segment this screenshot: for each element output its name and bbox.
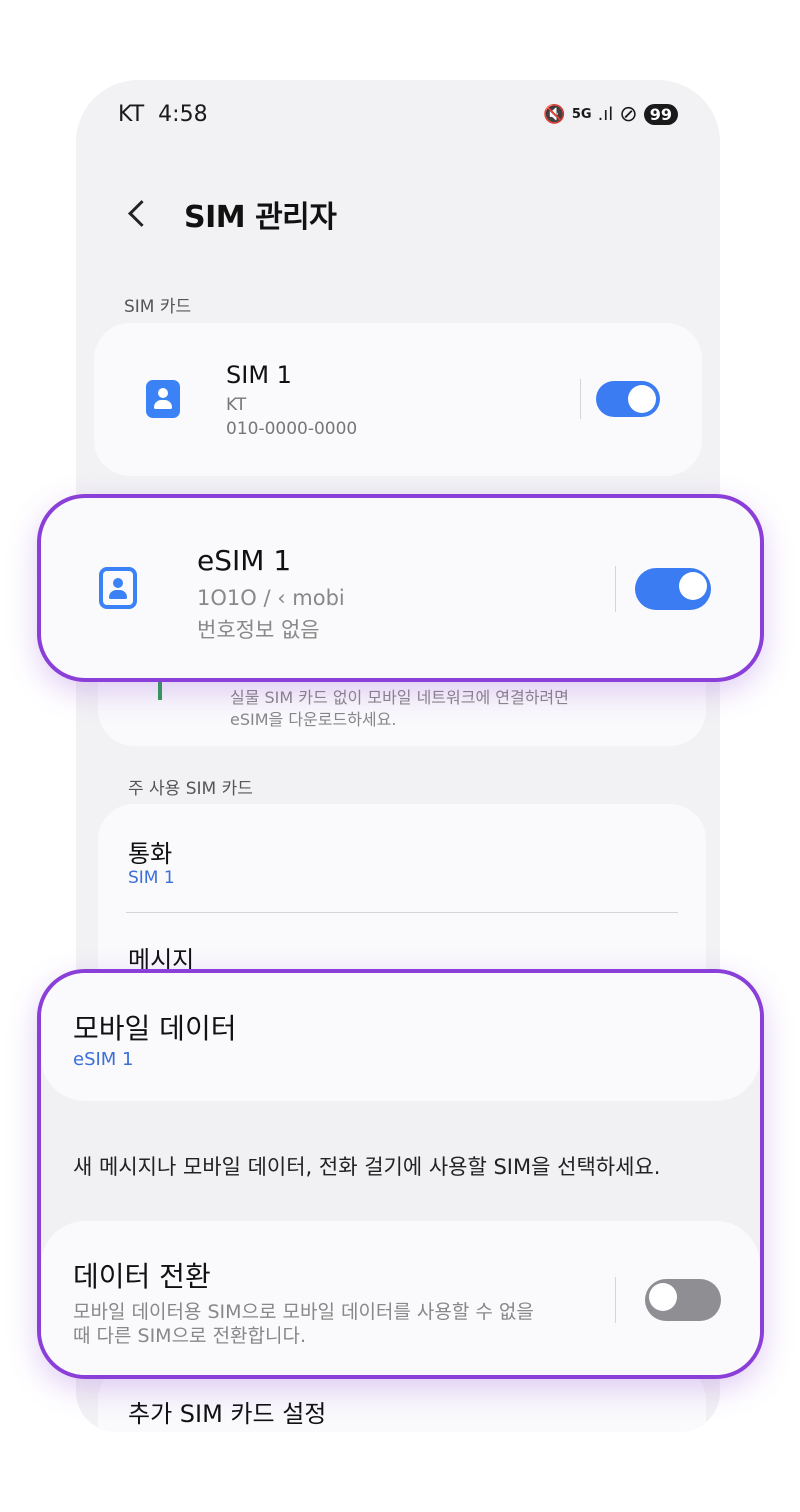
- sim1-card[interactable]: SIM 1 KT 010-0000-0000: [94, 323, 702, 476]
- esim1-carrier: 1O1O / ‹ mobi: [197, 586, 345, 610]
- data-switch-desc-2: 때 다른 SIM으로 전환합니다.: [73, 1325, 307, 1347]
- status-carrier-time: KT 4:58: [118, 102, 208, 127]
- more-settings-label: 추가 SIM 카드 설정: [128, 1400, 327, 1428]
- data-switch-desc-1: 모바일 데이터용 SIM으로 모바일 데이터를 사용할 수 없을: [73, 1301, 534, 1323]
- esim1-number: 번호정보 없음: [197, 618, 320, 642]
- mobile-data-value: eSIM 1: [73, 1049, 134, 1070]
- data-switch-item[interactable]: 데이터 전환 모바일 데이터용 SIM으로 모바일 데이터를 사용할 수 없을 …: [41, 1221, 760, 1375]
- primary-sim-section-label: 주 사용 SIM 카드: [128, 779, 253, 799]
- status-bar: KT 4:58 🔇 5G .ıl ⊘ 99: [118, 102, 678, 130]
- esim1-card[interactable]: eSIM 1 1O1O / ‹ mobi 번호정보 없음: [37, 494, 764, 682]
- sim-card-icon: [146, 380, 180, 418]
- mute-icon: 🔇: [543, 104, 566, 125]
- sim1-name: SIM 1: [226, 361, 292, 389]
- esim1-toggle[interactable]: [635, 568, 711, 610]
- calls-label[interactable]: 통화: [128, 834, 172, 869]
- 5g-icon: 5G: [571, 107, 592, 122]
- page-header: SIM 관리자: [126, 192, 337, 236]
- data-switch-label: 데이터 전환: [73, 1260, 211, 1293]
- add-esim-desc-1: 실물 SIM 카드 없이 모바일 네트워크에 연결하려면: [230, 688, 569, 707]
- esim-icon: [99, 567, 137, 609]
- battery-badge: 99: [643, 104, 678, 125]
- data-switch-toggle[interactable]: [645, 1279, 721, 1321]
- dnd-icon: ⊘: [619, 102, 638, 127]
- divider: [615, 1277, 616, 1323]
- sim1-carrier: KT: [226, 395, 247, 415]
- signal-icon: .ıl: [597, 104, 614, 125]
- calls-value: SIM 1: [128, 868, 175, 888]
- status-icons: 🔇 5G .ıl ⊘ 99: [543, 102, 678, 127]
- page-title: SIM 관리자: [184, 200, 337, 235]
- divider: [580, 379, 581, 419]
- sim-selection-hint: 새 메시지나 모바일 데이터, 전화 걸기에 사용할 SIM을 선택하세요.: [73, 1155, 661, 1179]
- sim1-number: 010-0000-0000: [226, 419, 358, 439]
- esim1-name: eSIM 1: [197, 544, 292, 577]
- divider: [615, 566, 616, 612]
- mobile-data-popup: 모바일 데이터 eSIM 1 새 메시지나 모바일 데이터, 전화 걸기에 사용…: [37, 969, 764, 1379]
- divider: [126, 912, 678, 913]
- mobile-data-item[interactable]: 모바일 데이터 eSIM 1: [41, 973, 760, 1101]
- sim1-toggle[interactable]: [596, 381, 660, 417]
- mobile-data-label: 모바일 데이터: [73, 1012, 237, 1045]
- add-esim-desc-2: eSIM을 다운로드하세요.: [230, 710, 397, 729]
- sim-cards-section-label: SIM 카드: [124, 297, 192, 317]
- back-arrow-icon[interactable]: [126, 199, 152, 229]
